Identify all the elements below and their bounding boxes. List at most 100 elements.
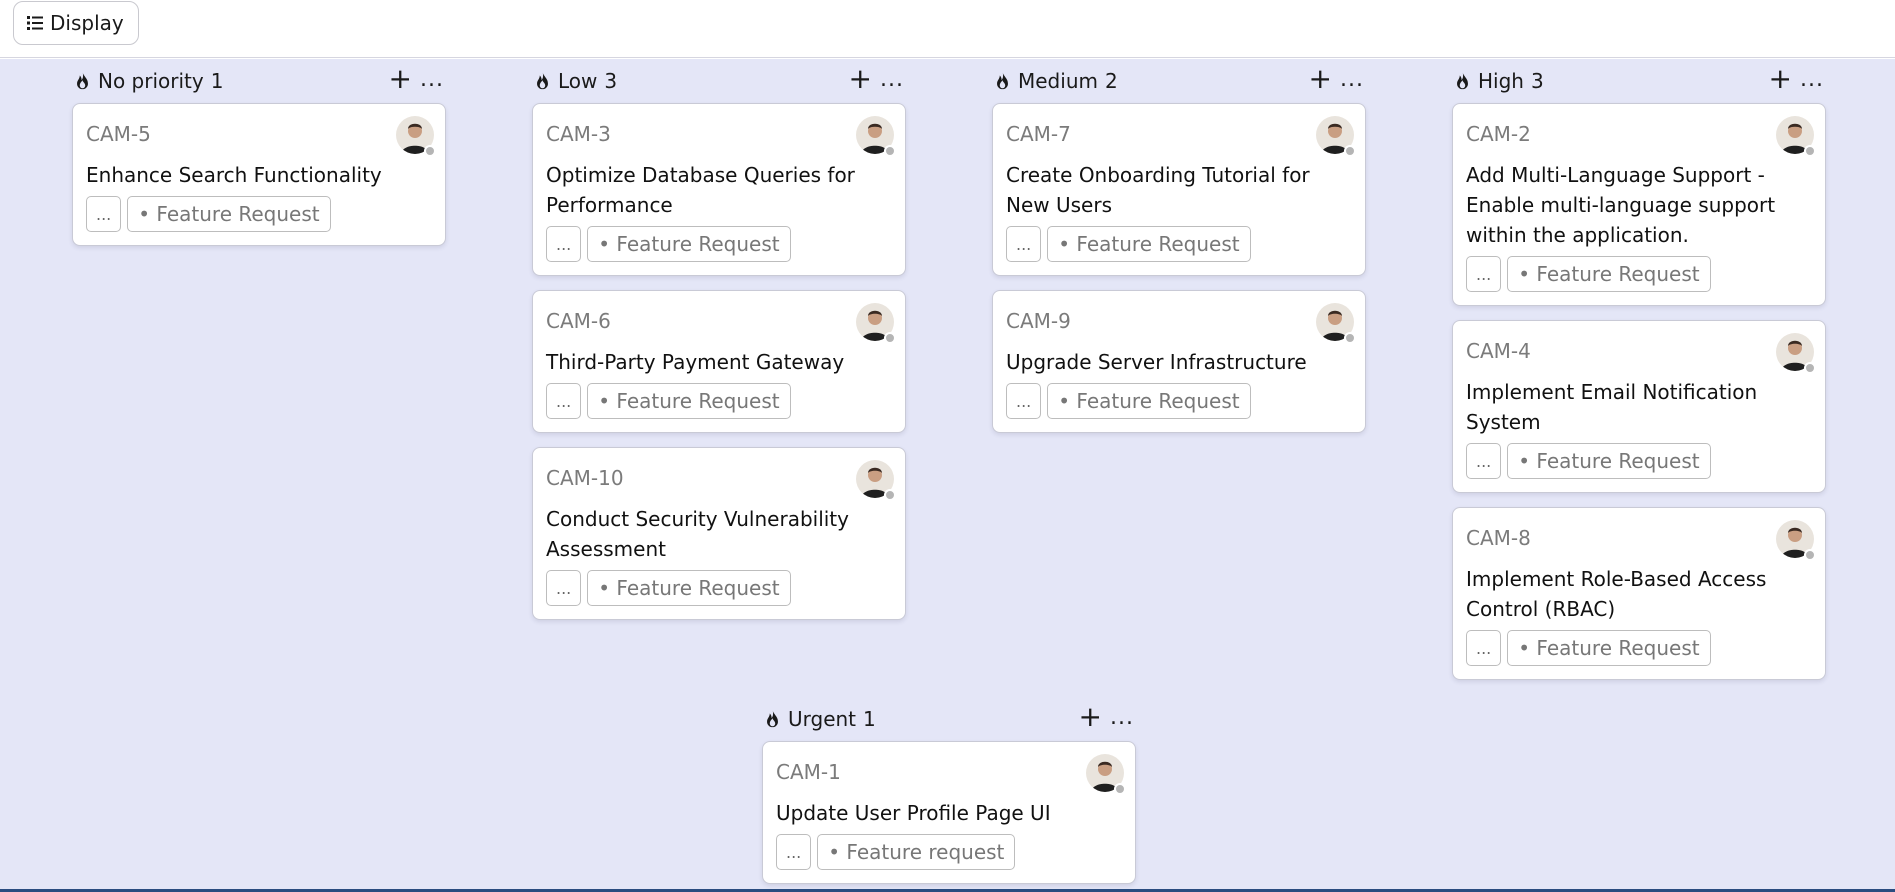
label-tag[interactable]: • Feature Request — [587, 383, 791, 419]
issue-title: Create Onboarding Tutorial for New Users — [1006, 163, 1310, 217]
more-tags-button[interactable]: ... — [546, 383, 582, 419]
add-card-button[interactable]: + — [389, 65, 412, 93]
display-button-label: Display — [50, 11, 124, 35]
issue-card[interactable]: CAM-4 Implement Email Notification Syste… — [1452, 320, 1826, 493]
column-urgent: Urgent 1 + ... CAM-1 Update User Profile… — [762, 697, 1136, 892]
column-header: Low 3 + ... — [532, 59, 906, 103]
assignee-avatar[interactable] — [1084, 754, 1126, 795]
add-card-button[interactable]: + — [1769, 65, 1792, 93]
issue-title: Enhance Search Functionality — [86, 163, 382, 187]
issue-card[interactable]: CAM-1 Update User Profile Page UI ... • … — [762, 741, 1136, 884]
issue-id: CAM-6 — [546, 309, 611, 333]
column-count: 1 — [210, 69, 224, 93]
issue-title: Add Multi-Language Support - Enable mult… — [1466, 163, 1776, 247]
display-button[interactable]: Display — [13, 1, 139, 45]
label-tag[interactable]: • Feature Request — [1507, 630, 1711, 666]
issue-card[interactable]: CAM-10 Conduct Security Vulnerability As… — [532, 447, 906, 620]
label-tag[interactable]: • Feature Request — [1047, 383, 1251, 419]
issue-card[interactable]: CAM-5 Enhance Search Functionality ... •… — [72, 103, 446, 246]
issue-title: Conduct Security Vulnerability Assessmen… — [546, 507, 849, 561]
label-tag[interactable]: • Feature Request — [1047, 226, 1251, 262]
assignee-avatar[interactable] — [1314, 116, 1356, 157]
issue-card[interactable]: CAM-7 Create Onboarding Tutorial for New… — [992, 103, 1366, 276]
more-tags-button[interactable]: ... — [1466, 443, 1502, 479]
column-title: High — [1478, 69, 1524, 93]
more-tags-button[interactable]: ... — [1006, 383, 1042, 419]
status-dot — [1804, 362, 1816, 374]
status-dot — [1804, 145, 1816, 157]
issue-id: CAM-2 — [1466, 122, 1531, 146]
issue-id: CAM-3 — [546, 122, 611, 146]
label-tag[interactable]: • Feature Request — [1507, 256, 1711, 292]
more-tags-button[interactable]: ... — [546, 226, 582, 262]
assignee-avatar[interactable] — [1774, 333, 1816, 374]
more-tags-button[interactable]: ... — [86, 196, 122, 232]
flame-icon — [1457, 71, 1468, 90]
more-tags-button[interactable]: ... — [1466, 256, 1502, 292]
assignee-avatar[interactable] — [854, 116, 896, 157]
more-tags-button[interactable]: ... — [1466, 630, 1502, 666]
label-tag[interactable]: • Feature request — [817, 834, 1016, 870]
column-header: Urgent 1 + ... — [762, 697, 1136, 741]
label-tag[interactable]: • Feature Request — [127, 196, 331, 232]
label-tag[interactable]: • Feature Request — [587, 570, 791, 606]
column-count: 3 — [1530, 69, 1544, 93]
column-no-priority: No priority 1 + ... CAM-5 Enhance Search… — [72, 59, 446, 260]
column-header: High 3 + ... — [1452, 59, 1826, 103]
add-card-button[interactable]: + — [1309, 65, 1332, 93]
flame-icon — [537, 71, 548, 90]
column-menu-button[interactable]: ... — [1340, 67, 1364, 92]
status-dot — [1344, 332, 1356, 344]
assignee-avatar[interactable] — [854, 460, 896, 501]
column-count: 3 — [604, 69, 618, 93]
assignee-avatar[interactable] — [854, 303, 896, 344]
assignee-avatar[interactable] — [394, 116, 436, 157]
column-high: High 3 + ... CAM-2 Add Multi-Language Su… — [1452, 59, 1826, 694]
column-title: Low — [558, 69, 598, 93]
issue-title: Implement Role-Based Access Control (RBA… — [1466, 567, 1767, 621]
issue-card[interactable]: CAM-9 Upgrade Server Infrastructure ... … — [992, 290, 1366, 433]
status-dot — [1344, 145, 1356, 157]
label-tag[interactable]: • Feature Request — [1507, 443, 1711, 479]
column-title: Medium — [1018, 69, 1098, 93]
issue-id: CAM-1 — [776, 760, 841, 784]
label-tag[interactable]: • Feature Request — [587, 226, 791, 262]
issue-id: CAM-5 — [86, 122, 151, 146]
status-dot — [884, 489, 896, 501]
issue-id: CAM-4 — [1466, 339, 1531, 363]
issue-card[interactable]: CAM-3 Optimize Database Queries for Perf… — [532, 103, 906, 276]
issue-title: Optimize Database Queries for Performanc… — [546, 163, 855, 217]
issue-card[interactable]: CAM-2 Add Multi-Language Support - Enabl… — [1452, 103, 1826, 306]
column-menu-button[interactable]: ... — [1110, 705, 1134, 730]
issue-id: CAM-10 — [546, 466, 624, 490]
column-menu-button[interactable]: ... — [420, 67, 444, 92]
more-tags-button[interactable]: ... — [776, 834, 812, 870]
column-title: Urgent — [788, 707, 857, 731]
assignee-avatar[interactable] — [1314, 303, 1356, 344]
column-low: Low 3 + ... CAM-3 Optimize Database Quer… — [532, 59, 906, 634]
more-tags-button[interactable]: ... — [1006, 226, 1042, 262]
status-dot — [1804, 549, 1816, 561]
issue-title: Upgrade Server Infrastructure — [1006, 350, 1307, 374]
column-count: 1 — [863, 707, 876, 731]
status-dot — [424, 145, 436, 157]
issue-card[interactable]: CAM-6 Third-Party Payment Gateway ... • … — [532, 290, 906, 433]
column-count: 2 — [1104, 69, 1118, 93]
issue-title: Update User Profile Page UI — [776, 801, 1051, 825]
column-medium: Medium 2 + ... CAM-7 Create Onboarding T… — [992, 59, 1366, 447]
issue-card[interactable]: CAM-8 Implement Role-Based Access Contro… — [1452, 507, 1826, 680]
add-card-button[interactable]: + — [849, 65, 872, 93]
column-header: Medium 2 + ... — [992, 59, 1366, 103]
issue-id: CAM-9 — [1006, 309, 1071, 333]
column-menu-button[interactable]: ... — [880, 67, 904, 92]
add-card-button[interactable]: + — [1079, 703, 1102, 731]
issue-id: CAM-7 — [1006, 122, 1071, 146]
assignee-avatar[interactable] — [1774, 520, 1816, 561]
column-header: No priority 1 + ... — [72, 59, 446, 103]
issue-title: Implement Email Notification System — [1466, 380, 1758, 434]
top-toolbar: Display — [0, 0, 1895, 58]
more-tags-button[interactable]: ... — [546, 570, 582, 606]
column-menu-button[interactable]: ... — [1800, 67, 1824, 92]
issue-title: Third-Party Payment Gateway — [546, 350, 845, 374]
assignee-avatar[interactable] — [1774, 116, 1816, 157]
